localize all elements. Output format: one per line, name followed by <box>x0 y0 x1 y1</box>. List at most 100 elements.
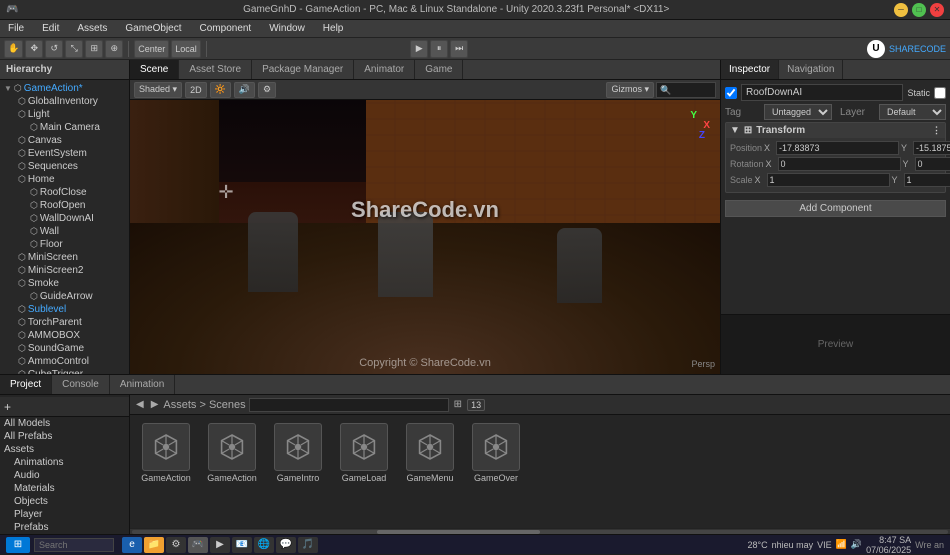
asset-item[interactable]: GameIntro <box>270 423 326 483</box>
project-tree-item[interactable]: Objects <box>0 495 129 508</box>
hierarchy-item[interactable]: ⬡CubeTrigger <box>0 368 129 374</box>
menu-assets[interactable]: Assets <box>73 21 111 36</box>
transform-all-btn[interactable]: ⊕ <box>105 40 123 58</box>
rot-x-input[interactable] <box>778 157 901 171</box>
scene-search[interactable] <box>656 82 716 98</box>
hierarchy-item[interactable]: ⬡Wall <box>0 225 129 238</box>
hierarchy-item[interactable]: ⬡Home <box>0 173 129 186</box>
project-tree-item[interactable]: Prefabs <box>0 521 129 534</box>
hierarchy-item[interactable]: ⬡AmmoControl <box>0 355 129 368</box>
hierarchy-item[interactable]: ⬡RoofClose <box>0 186 129 199</box>
static-checkbox[interactable] <box>934 87 946 99</box>
menu-window[interactable]: Window <box>265 21 309 36</box>
tab-scene[interactable]: Scene <box>130 60 179 79</box>
asset-item[interactable]: GameMenu <box>402 423 458 483</box>
object-name-field[interactable] <box>741 84 903 101</box>
transform-header[interactable]: ▼ ⊞ Transform ⋮ <box>726 123 945 138</box>
project-tree-item[interactable]: Materials <box>0 482 129 495</box>
taskbar-app-3[interactable]: ▶ <box>210 537 230 553</box>
asset-item[interactable]: GameAction <box>138 423 194 483</box>
transform-scale-btn[interactable]: ⤡ <box>65 40 83 58</box>
assets-grid-view-btn[interactable]: ⊞ <box>452 399 464 410</box>
taskbar-app-edge[interactable]: e <box>122 537 142 553</box>
audio-toggle[interactable]: 🔊 <box>234 82 255 98</box>
tab-navigation[interactable]: Navigation <box>779 60 843 79</box>
project-tree-item[interactable]: All Prefabs <box>0 430 129 443</box>
assets-back-btn[interactable]: ◀ <box>134 399 146 410</box>
transform-rect-btn[interactable]: ⊞ <box>85 40 103 58</box>
hierarchy-item[interactable]: ⬡TorchParent <box>0 316 129 329</box>
pivot-center-btn[interactable]: Center <box>134 40 169 58</box>
hierarchy-tree[interactable]: ▼⬡GameAction* ⬡GlobalInventory ⬡Light ⬡M… <box>0 80 129 374</box>
pos-x-input[interactable] <box>776 141 899 155</box>
hierarchy-item[interactable]: ⬡Canvas <box>0 134 129 147</box>
taskbar-app-7[interactable]: 🎵 <box>298 537 318 553</box>
project-tree-item[interactable]: Player <box>0 508 129 521</box>
close-button[interactable]: ✕ <box>930 3 944 17</box>
tab-console[interactable]: Console <box>52 375 110 394</box>
effects-toggle[interactable]: ⚙ <box>258 82 276 98</box>
project-tree-item[interactable]: Audio <box>0 469 129 482</box>
hierarchy-item[interactable]: ⬡Sequences <box>0 160 129 173</box>
start-button[interactable]: ⊞ <box>6 537 30 553</box>
assets-forward-btn[interactable]: ▶ <box>149 399 161 410</box>
pos-y-input[interactable] <box>913 141 950 155</box>
taskbar-app-6[interactable]: 💬 <box>276 537 296 553</box>
asset-item[interactable]: GameAction <box>204 423 260 483</box>
transform-menu[interactable]: ⋮ <box>932 125 941 136</box>
add-asset-button[interactable]: + <box>4 400 11 414</box>
project-tree-item[interactable]: All Models <box>0 417 129 430</box>
play-button[interactable]: ▶ <box>410 40 428 58</box>
object-active-checkbox[interactable] <box>725 87 737 99</box>
2d-toggle[interactable]: 2D <box>185 82 207 98</box>
maximize-button[interactable]: □ <box>912 3 926 17</box>
pause-button[interactable]: ⏸ <box>430 40 448 58</box>
shading-dropdown[interactable]: Shaded ▾ <box>134 82 182 98</box>
taskbar-app-5[interactable]: 🌐 <box>254 537 274 553</box>
transform-move-btn[interactable]: ✥ <box>25 40 43 58</box>
minimize-button[interactable]: ─ <box>894 3 908 17</box>
tab-inspector[interactable]: Inspector <box>721 60 779 79</box>
menu-edit[interactable]: Edit <box>38 21 63 36</box>
hierarchy-item[interactable]: ⬡GlobalInventory <box>0 95 129 108</box>
hierarchy-item[interactable]: ⬡SoundGame <box>0 342 129 355</box>
hierarchy-item[interactable]: ⬡Floor <box>0 238 129 251</box>
hierarchy-item[interactable]: ⬡MiniScreen <box>0 251 129 264</box>
tree-items[interactable]: All ModelsAll PrefabsAssetsAnimationsAud… <box>0 417 129 534</box>
hierarchy-item[interactable]: ⬡MiniScreen2 <box>0 264 129 277</box>
breadcrumb-scenes[interactable]: Scenes <box>209 399 246 411</box>
tag-dropdown[interactable]: Untagged <box>764 104 832 120</box>
menu-help[interactable]: Help <box>319 21 348 36</box>
hierarchy-item[interactable]: ⬡EventSystem <box>0 147 129 160</box>
tab-animation[interactable]: Animation <box>110 375 175 394</box>
pivot-local-btn[interactable]: Local <box>171 40 201 58</box>
hierarchy-item[interactable]: ▼⬡GameAction* <box>0 82 129 95</box>
taskbar-search[interactable] <box>34 538 114 552</box>
asset-item[interactable]: GameLoad <box>336 423 392 483</box>
hierarchy-item[interactable]: ⬡RoofOpen <box>0 199 129 212</box>
hierarchy-item[interactable]: ⬡Light <box>0 108 129 121</box>
scale-y-input[interactable] <box>904 173 950 187</box>
tab-project[interactable]: Project <box>0 375 52 394</box>
gizmos-dropdown[interactable]: Gizmos ▾ <box>606 82 654 98</box>
hierarchy-item[interactable]: ⬡Sublevel <box>0 303 129 316</box>
transform-rotate-btn[interactable]: ↺ <box>45 40 63 58</box>
layer-dropdown[interactable]: Default <box>879 104 946 120</box>
taskbar-app-4[interactable]: 📧 <box>232 537 252 553</box>
tab-asset-store[interactable]: Asset Store <box>179 60 252 79</box>
menu-gameobject[interactable]: GameObject <box>121 21 185 36</box>
breadcrumb-assets[interactable]: Assets <box>163 399 196 411</box>
taskbar-app-1[interactable]: ⚙ <box>166 537 186 553</box>
tab-package-manager[interactable]: Package Manager <box>252 60 354 79</box>
menu-file[interactable]: File <box>4 21 28 36</box>
lighting-toggle[interactable]: 🔆 <box>210 82 231 98</box>
asset-item[interactable]: GameOver <box>468 423 524 483</box>
tab-game[interactable]: Game <box>415 60 463 79</box>
step-button[interactable]: ⏭ <box>450 40 468 58</box>
add-component-button[interactable]: Add Component <box>725 200 946 217</box>
hierarchy-item[interactable]: ⬡AMMOBOX <box>0 329 129 342</box>
transform-hand-btn[interactable]: ✋ <box>4 40 23 58</box>
rot-y-input[interactable] <box>915 157 950 171</box>
menu-component[interactable]: Component <box>196 21 256 36</box>
scene-view[interactable]: ✛ ShareCode.vn Copyright © ShareCode.vn … <box>130 100 720 374</box>
